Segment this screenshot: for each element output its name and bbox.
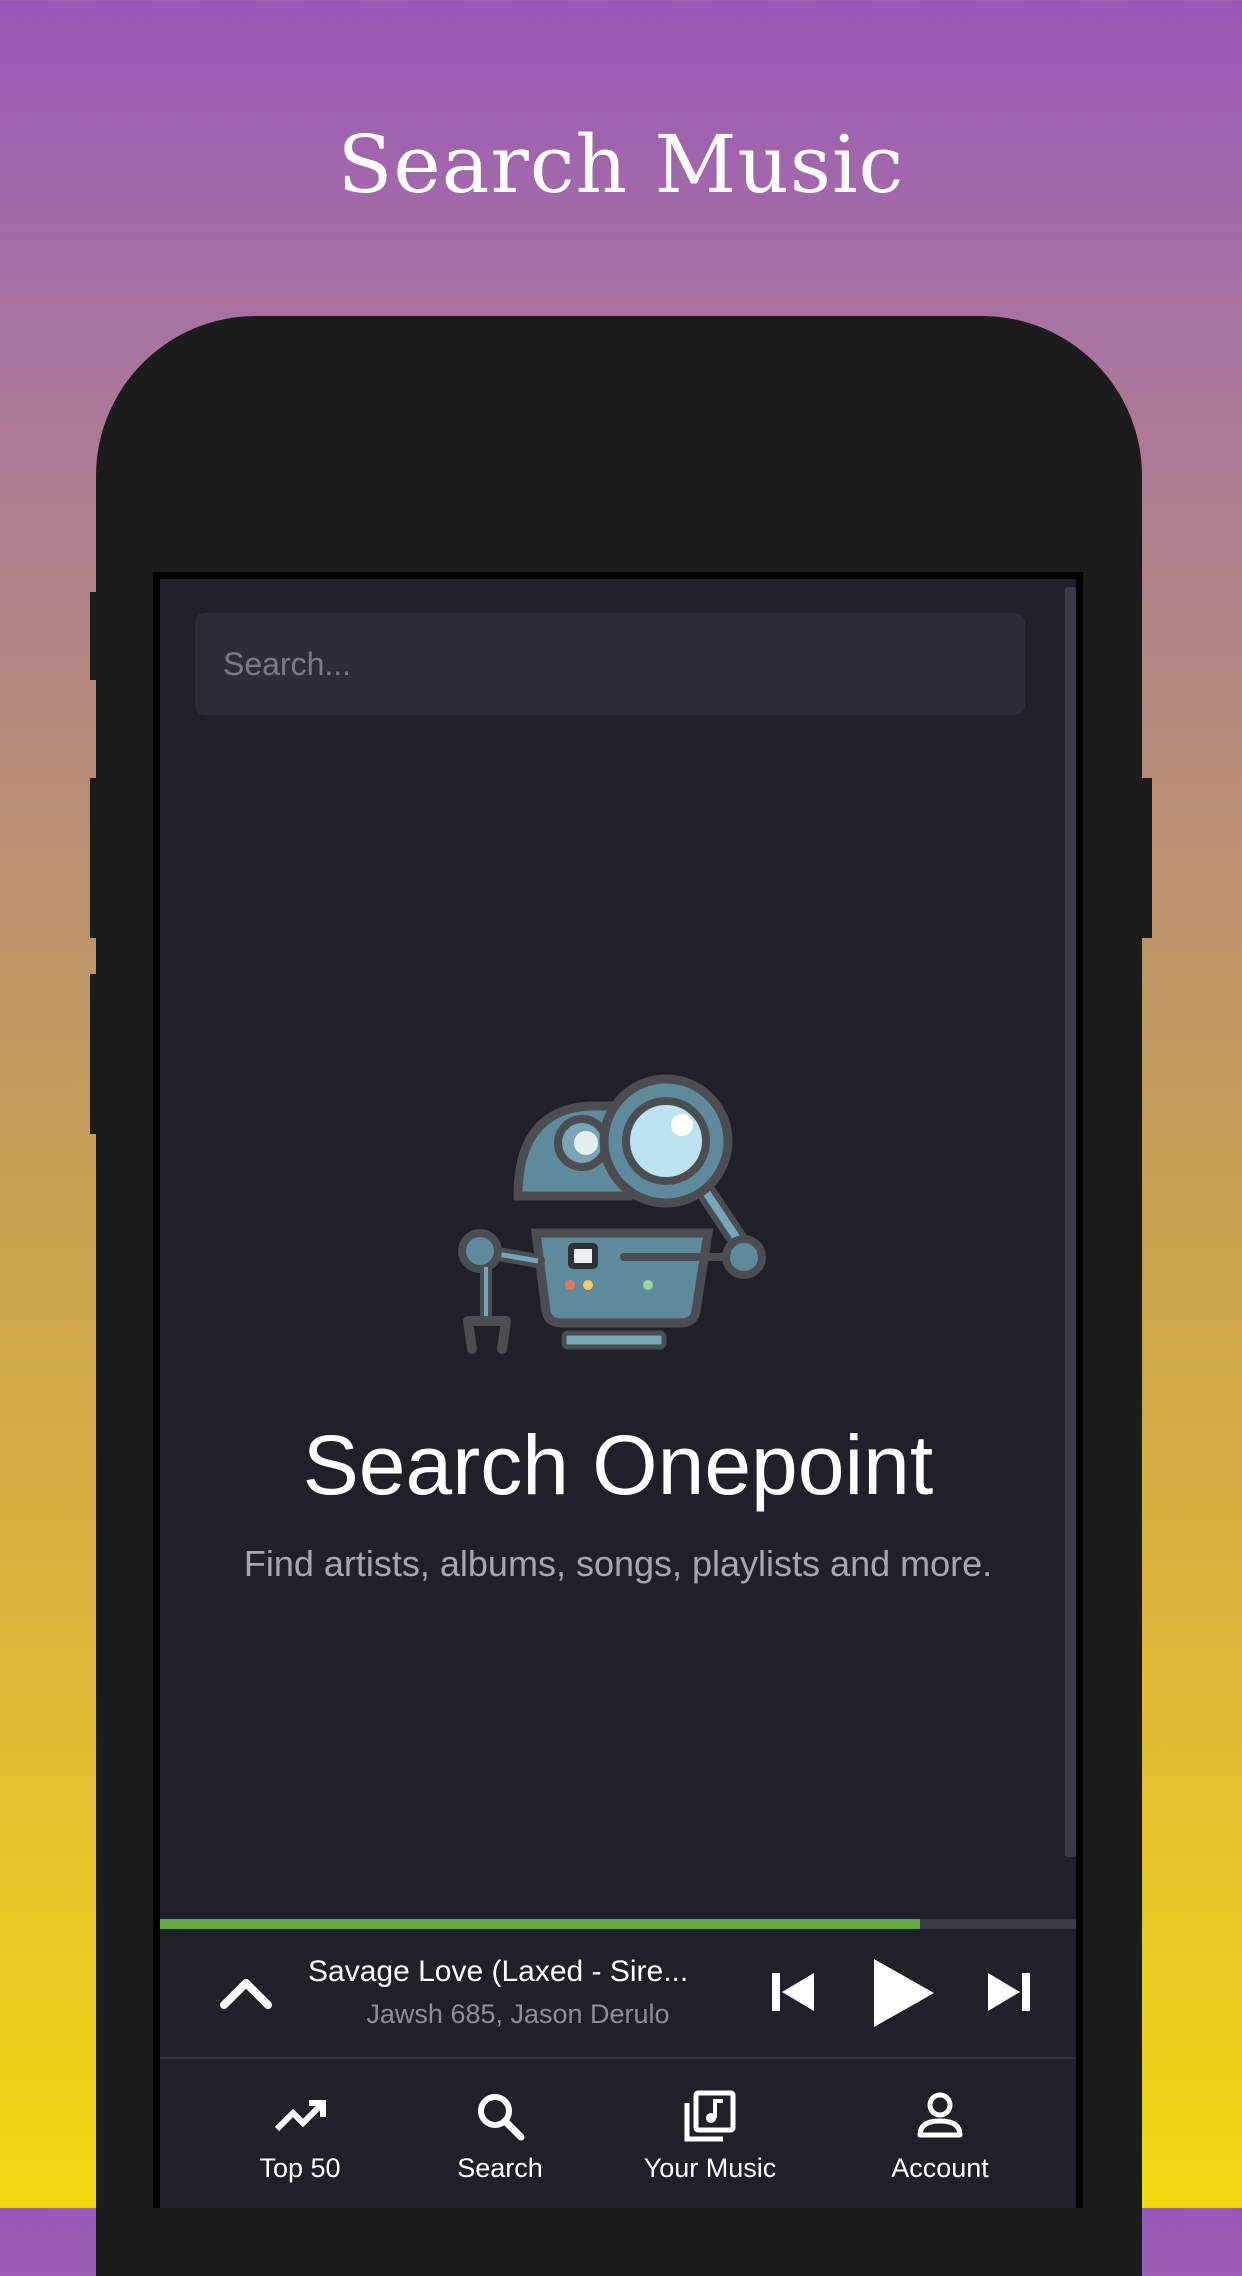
library-music-icon [684, 2090, 736, 2142]
search-input[interactable] [221, 644, 999, 684]
phone-side-button [90, 778, 100, 938]
search-icon [478, 2094, 525, 2141]
chevron-up-icon[interactable] [216, 1963, 276, 2023]
empty-state-title: Search Onepoint [302, 1418, 934, 1512]
nav-label: Your Music [643, 2153, 777, 2183]
empty-state-subtitle: Find artists, albums, songs, playlists a… [243, 1543, 993, 1584]
phone-side-button [1138, 778, 1152, 938]
nav-item-search[interactable]: Search [430, 2059, 570, 2208]
app-screen: Search Onepoint Find artists, albums, so… [153, 572, 1083, 2208]
scrollbar[interactable] [1065, 587, 1076, 1857]
nav-item-your-music[interactable]: Your Music [620, 2059, 800, 2208]
nav-item-top-50[interactable]: Top 50 [230, 2059, 370, 2208]
playback-progress-fill [160, 1919, 921, 1929]
account-icon [917, 2092, 963, 2138]
mini-player[interactable]: Savage Love (Laxed - Sire... Jawsh 685, … [160, 1929, 1076, 2059]
nav-item-account[interactable]: Account [860, 2059, 1020, 2208]
nav-label: Account [891, 2153, 989, 2183]
bottom-navigation: Top 50 Search Your Music Account [160, 2059, 1076, 2208]
trending-up-icon [274, 2100, 326, 2132]
robot-illustration [458, 1074, 766, 1354]
page-title: Search Music [337, 118, 905, 211]
search-box[interactable] [195, 613, 1025, 715]
track-title: Savage Love (Laxed - Sire... [308, 1955, 689, 1988]
play-icon[interactable] [868, 1957, 938, 2029]
nav-label: Search [457, 2153, 543, 2183]
phone-side-button [90, 592, 100, 680]
skip-previous-icon[interactable] [770, 1969, 816, 2015]
playback-progress-bar[interactable] [160, 1919, 1076, 1929]
skip-next-icon[interactable] [986, 1969, 1032, 2015]
track-artist: Jawsh 685, Jason Derulo [366, 1999, 670, 2029]
phone-side-button [90, 974, 100, 1134]
nav-label: Top 50 [259, 2153, 341, 2183]
